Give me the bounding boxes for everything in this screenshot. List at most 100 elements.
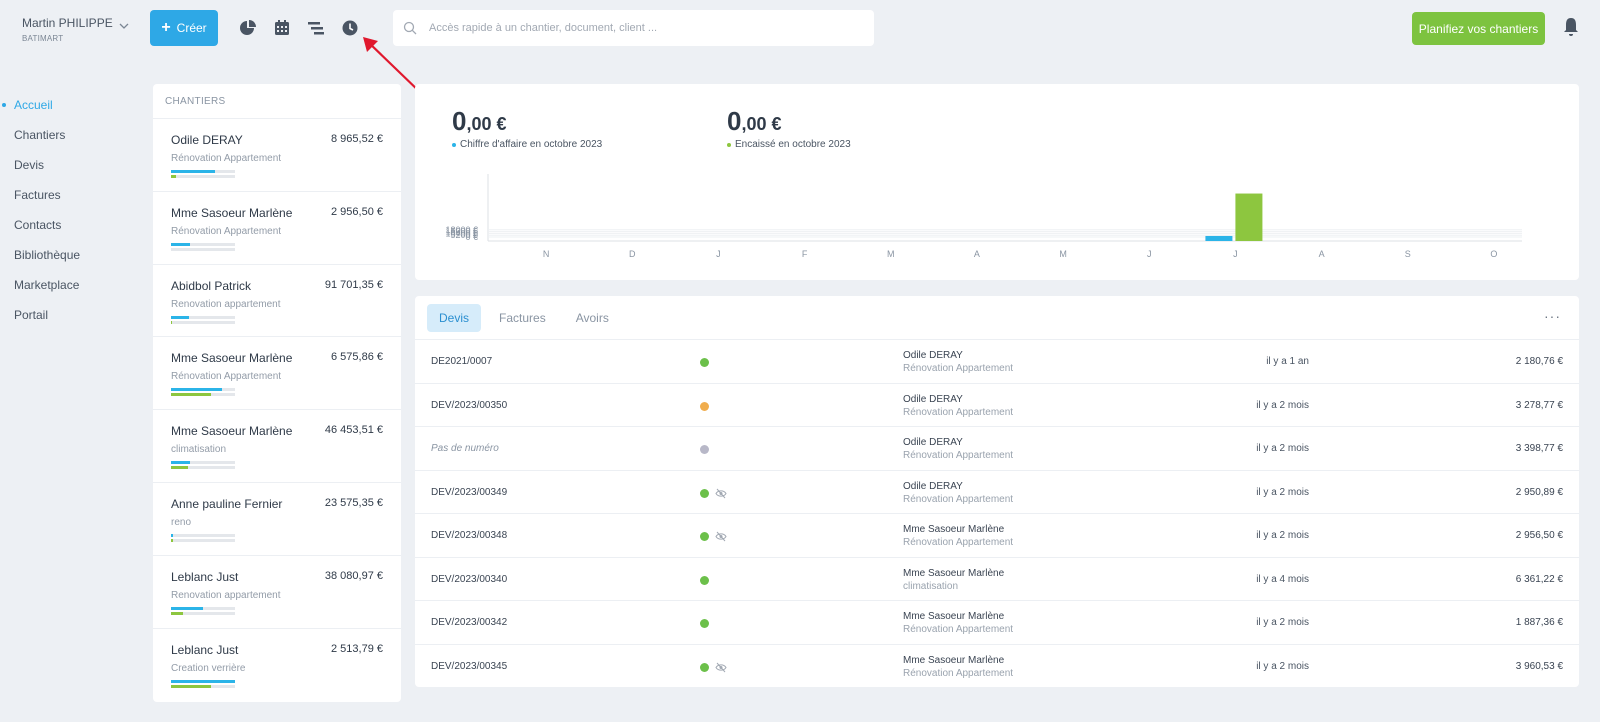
table-row[interactable]: DEV/2023/00348 Mme Sasoeur Marlène Rénovat…: [415, 514, 1579, 558]
x-tick-label: M: [1059, 249, 1067, 259]
status-dot: [700, 488, 709, 498]
eye-slash-icon: [715, 662, 727, 672]
document-number: DE2021/0007: [431, 356, 493, 367]
table-row[interactable]: DEV/2023/00345 Mme Sasoeur Marlène Rénovat…: [415, 645, 1579, 689]
document-number: DEV/2023/00345: [431, 660, 508, 672]
tab-avoirs[interactable]: Avoirs: [564, 304, 621, 332]
x-tick-label: D: [629, 249, 636, 259]
sidebar-item-bibliotheque[interactable]: Bibliothèque: [0, 240, 140, 270]
chart-bar[interactable]: [1205, 235, 1233, 241]
gantt-icon[interactable]: [307, 19, 325, 37]
document-date: il y a 2 mois: [1256, 443, 1309, 454]
document-number: DEV/2023/00342: [431, 617, 508, 628]
chantier-item[interactable]: Abidbol Patrick 91 701,35 € Renovation app…: [153, 265, 401, 338]
progress-bar-blue: [171, 533, 235, 537]
tab-devis[interactable]: Devis: [427, 303, 482, 332]
chantier-item[interactable]: Mme Sasoeur Marlène 46 453,51 € climatisat…: [153, 410, 401, 483]
x-tick-label: J: [1147, 249, 1152, 259]
documents-panel: Devis Factures Avoirs ··· DE2021/0007 Odi…: [415, 296, 1579, 687]
chantier-item[interactable]: Odile DERAY 8 965,52 € Rénovation Appartem…: [153, 119, 401, 192]
sidebar-item-devis[interactable]: Devis: [0, 150, 140, 180]
chantier-item[interactable]: Anne pauline Fernier 23 575,35 € reno: [153, 483, 401, 556]
document-date: il y a 2 mois: [1256, 660, 1309, 672]
x-tick-label: J: [716, 249, 721, 259]
sidebar-item-portail[interactable]: Portail: [0, 300, 140, 330]
search-icon: [403, 21, 417, 35]
document-date: il y a 2 mois: [1256, 486, 1309, 498]
chantier-subtitle: Rénovation Appartement: [171, 153, 282, 164]
table-row[interactable]: DE2021/0007 Odile DERAY Rénovation Apparte…: [415, 340, 1579, 384]
sidebar-nav: Accueil Chantiers Devis Factures Contact…: [0, 90, 140, 330]
chantier-item[interactable]: Mme Sasoeur Marlène 2 956,50 € Rénovation …: [153, 192, 401, 265]
document-amount: 3 398,77 €: [1515, 443, 1563, 454]
progress-bar-blue: [171, 461, 235, 465]
document-amount: 2 956,50 €: [1515, 530, 1563, 541]
chantier-subtitle: reno: [171, 516, 192, 528]
search-bar[interactable]: [393, 10, 874, 46]
document-client: Odile DERAY: [903, 393, 963, 405]
table-row[interactable]: Pas de numéro Odile DERAY Rénovation Appar…: [415, 427, 1579, 471]
sidebar-item-accueil[interactable]: Accueil: [0, 90, 140, 120]
document-client: Mme Sasoeur Marlène: [903, 524, 1005, 535]
revenue-chart: 0 €5200 €10400 €15600 €18000 €N D J F M A M J J A…: [445, 174, 1522, 259]
status-dot: [700, 445, 709, 454]
x-tick-label: N: [543, 249, 550, 259]
sidebar-item-factures[interactable]: Factures: [0, 180, 140, 210]
x-tick-label: O: [1490, 249, 1497, 259]
search-input[interactable]: [429, 22, 849, 34]
plan-sites-button[interactable]: Planifiez vos chantiers: [1412, 12, 1545, 45]
table-row[interactable]: DEV/2023/00340 Mme Sasoeur Marlène climati…: [415, 558, 1579, 601]
document-tabs: Devis Factures Avoirs ···: [415, 296, 1579, 340]
chantier-item[interactable]: Leblanc Just 38 080,97 € Renovation appart…: [153, 556, 401, 629]
chantier-subtitle: Rénovation Appartement: [171, 225, 282, 237]
document-client: Mme Sasoeur Marlène: [903, 567, 1005, 579]
document-date: il y a 1 an: [1266, 356, 1309, 367]
table-row[interactable]: DEV/2023/00350 Odile DERAY Rénovation Appa…: [415, 384, 1579, 427]
status-dot: [700, 575, 709, 585]
document-date: il y a 2 mois: [1256, 530, 1309, 541]
eye-slash-icon: [715, 531, 727, 542]
table-row[interactable]: DEV/2023/00342 Mme Sasoeur Marlène Rénovat…: [415, 601, 1579, 645]
status-dot: [700, 532, 709, 541]
pie-chart-icon[interactable]: [239, 19, 257, 37]
document-date: il y a 2 mois: [1256, 617, 1309, 628]
document-amount: 1 887,36 €: [1515, 617, 1563, 628]
user-menu[interactable]: Martin PHILIPPE BATIMART: [22, 16, 132, 43]
chantier-item[interactable]: Mme Sasoeur Marlène 6 575,86 € Rénovation …: [153, 337, 401, 411]
progress-bar-green: [171, 466, 235, 470]
y-tick-label: 18000 €: [445, 225, 478, 235]
plus-icon: +: [161, 19, 171, 36]
table-row[interactable]: DEV/2023/00349 Odile DERAY Rénovation Appa…: [415, 471, 1579, 514]
document-client: Odile DERAY: [903, 480, 963, 492]
status-dot: [700, 662, 709, 672]
chantier-item[interactable]: Leblanc Just 2 513,79 € Creation verrière: [153, 629, 401, 702]
document-date: il y a 2 mois: [1256, 399, 1309, 411]
chart-bar[interactable]: [1235, 193, 1263, 241]
progress-bar-blue: [171, 388, 235, 392]
chantier-amount: 46 453,51 €: [324, 424, 383, 437]
document-amount: 3 960,53 €: [1515, 660, 1563, 672]
chantier-subtitle: Renovation appartement: [171, 589, 281, 601]
bell-icon[interactable]: [1562, 17, 1580, 37]
sidebar-item-marketplace[interactable]: Marketplace: [0, 270, 140, 300]
eye-slash-icon: [715, 488, 727, 498]
progress-bar-green: [171, 320, 235, 324]
tab-factures[interactable]: Factures: [487, 304, 558, 332]
document-amount: 3 278,77 €: [1515, 399, 1563, 411]
x-tick-label: A: [1319, 249, 1325, 259]
document-project: climatisation: [903, 580, 959, 592]
document-project: Rénovation Appartement: [903, 363, 1014, 374]
chantier-amount: 2 513,79 €: [331, 642, 383, 655]
document-number: Pas de numéro: [431, 443, 499, 454]
progress-bar-green: [171, 175, 235, 178]
create-button[interactable]: + Créer: [150, 10, 218, 46]
chevron-down-icon[interactable]: [118, 20, 130, 32]
clock-icon[interactable]: [341, 19, 359, 37]
calendar-icon[interactable]: [273, 19, 291, 37]
document-amount: 6 361,22 €: [1515, 573, 1563, 585]
chantier-subtitle: Rénovation Appartement: [171, 371, 282, 383]
sidebar-item-chantiers[interactable]: Chantiers: [0, 120, 140, 150]
sidebar-item-contacts[interactable]: Contacts: [0, 210, 140, 240]
more-options-button[interactable]: ···: [1544, 308, 1561, 324]
x-tick-label: F: [802, 249, 808, 259]
